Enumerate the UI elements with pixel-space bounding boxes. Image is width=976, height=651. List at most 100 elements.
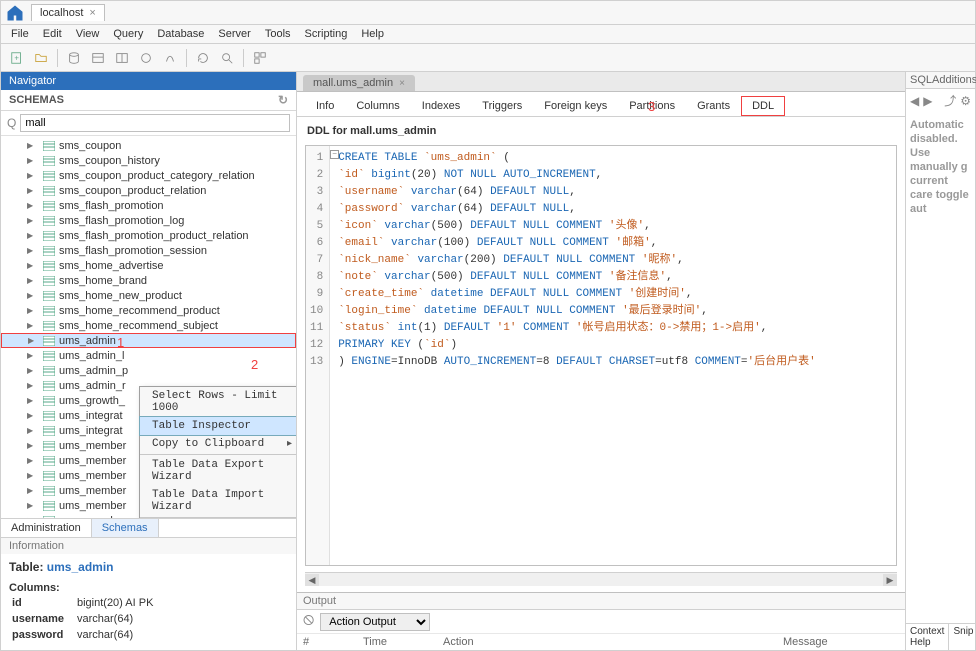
insp-tab-grants[interactable]: Grants — [686, 96, 741, 116]
ddl-code: CREATE TABLE `ums_admin` ( `id` bigint(2… — [330, 146, 824, 565]
search-icon[interactable] — [217, 48, 237, 68]
home-icon[interactable] — [5, 3, 25, 23]
output-type-select[interactable]: Action Output — [320, 613, 430, 631]
table-item[interactable]: sms_flash_promotion_log — [1, 213, 296, 228]
table-name: sms_home_brand — [59, 275, 147, 287]
insp-tab-columns[interactable]: Columns — [345, 96, 410, 116]
table-name: ums_member — [59, 470, 126, 482]
table-name: ums_admin_p — [59, 365, 128, 377]
table-icon — [43, 276, 55, 286]
table-name: ums_member — [59, 500, 126, 512]
table-name: ums_member — [59, 455, 126, 467]
table-item[interactable]: sms_coupon_product_category_relation — [1, 168, 296, 183]
table-name: sms_home_recommend_subject — [59, 320, 218, 332]
nav-tab-schemas[interactable]: Schemas — [92, 519, 159, 537]
menu-help[interactable]: Help — [361, 28, 384, 40]
menu-edit[interactable]: Edit — [43, 28, 62, 40]
table-item[interactable]: sms_coupon_history — [1, 153, 296, 168]
table-name: sms_flash_promotion_session — [59, 245, 207, 257]
ctx-table-data-import-wizard[interactable]: Table Data Import Wizard — [140, 486, 296, 516]
table-item[interactable]: sms_coupon — [1, 138, 296, 153]
table-name: sms_home_recommend_product — [59, 305, 220, 317]
sqa-tab-snip[interactable]: Snip — [949, 624, 976, 650]
annotation-1: 1 — [117, 335, 124, 350]
table-item[interactable]: ums_admin — [1, 333, 296, 348]
table-icon — [43, 246, 55, 256]
menu-scripting[interactable]: Scripting — [305, 28, 348, 40]
insp-tab-ddl[interactable]: DDL — [741, 96, 785, 116]
editor-tab[interactable]: mall.ums_admin × — [303, 75, 415, 91]
scroll-right-icon[interactable]: ▶ — [883, 574, 897, 586]
ctx-table-data-export-wizard[interactable]: Table Data Export Wizard — [140, 456, 296, 486]
output-clear-icon[interactable]: 🛇 — [303, 612, 314, 631]
table-item[interactable]: sms_coupon_product_relation — [1, 183, 296, 198]
new-schema-icon[interactable] — [64, 48, 84, 68]
table-name: ums_member — [59, 485, 126, 497]
close-icon[interactable]: × — [89, 7, 95, 19]
connection-tab-label: localhost — [40, 7, 83, 19]
table-item[interactable]: sms_home_brand — [1, 273, 296, 288]
scroll-left-icon[interactable]: ◀ — [305, 574, 319, 586]
sql-additions-header: SQLAdditions — [906, 72, 975, 89]
new-view-icon[interactable] — [112, 48, 132, 68]
new-routine-icon[interactable] — [136, 48, 156, 68]
table-name: ums_admin_l — [59, 350, 124, 362]
table-icon — [43, 291, 55, 301]
nav-fwd-icon[interactable]: ▶ — [923, 94, 932, 108]
table-icon — [43, 456, 55, 466]
new-table-icon[interactable] — [88, 48, 108, 68]
ctx-copy-to-clipboard[interactable]: Copy to Clipboard — [140, 435, 296, 453]
insp-tab-triggers[interactable]: Triggers — [471, 96, 533, 116]
new-sql-tab-icon[interactable]: + — [7, 48, 27, 68]
insp-tab-info[interactable]: Info — [305, 96, 345, 116]
dashboard-icon[interactable] — [250, 48, 270, 68]
table-item[interactable]: sms_flash_promotion — [1, 198, 296, 213]
jump-icon[interactable]: ⤴ — [944, 92, 956, 109]
table-name: sms_coupon_product_category_relation — [59, 170, 255, 182]
table-icon — [43, 441, 55, 451]
table-item[interactable]: sms_home_advertise — [1, 258, 296, 273]
insp-tab-foreign-keys[interactable]: Foreign keys — [533, 96, 618, 116]
table-item[interactable]: sms_home_recommend_subject — [1, 318, 296, 333]
close-icon[interactable]: × — [399, 78, 405, 89]
table-item[interactable]: sms_home_recommend_product — [1, 303, 296, 318]
table-name: sms_flash_promotion — [59, 200, 164, 212]
gear-icon[interactable]: ⚙ — [960, 94, 971, 108]
nav-back-icon[interactable]: ◀ — [910, 94, 919, 108]
menu-tools[interactable]: Tools — [265, 28, 291, 40]
table-icon — [43, 186, 55, 196]
ctx-table-inspector[interactable]: Table Inspector — [140, 417, 296, 435]
nav-tab-administration[interactable]: Administration — [1, 519, 92, 537]
table-name: ums_growth_ — [59, 395, 125, 407]
insp-tab-indexes[interactable]: Indexes — [411, 96, 472, 116]
info-column-row: usernamevarchar(64) — [11, 612, 163, 626]
table-icon — [43, 471, 55, 481]
editor-tab-label: mall.ums_admin — [313, 77, 393, 89]
table-item[interactable]: sms_flash_promotion_product_relation — [1, 228, 296, 243]
new-function-icon[interactable] — [160, 48, 180, 68]
table-item[interactable]: sms_flash_promotion_session — [1, 243, 296, 258]
menu-query[interactable]: Query — [113, 28, 143, 40]
svg-text:+: + — [14, 53, 19, 62]
fold-icon[interactable]: − — [330, 150, 339, 159]
ctx-select-rows-limit-1000[interactable]: Select Rows - Limit 1000 — [140, 387, 296, 417]
menu-file[interactable]: File — [11, 28, 29, 40]
menu-server[interactable]: Server — [218, 28, 250, 40]
menu-database[interactable]: Database — [157, 28, 204, 40]
out-col-action: Action — [443, 636, 743, 648]
connection-tab[interactable]: localhost × — [31, 4, 105, 21]
table-name: ums_member — [59, 440, 126, 452]
schemas-label: SCHEMAS — [9, 94, 64, 106]
schema-filter-input[interactable] — [20, 114, 290, 132]
horizontal-scrollbar[interactable]: ◀ ▶ — [305, 572, 897, 586]
reconnect-icon[interactable] — [193, 48, 213, 68]
table-item[interactable]: sms_home_new_product — [1, 288, 296, 303]
sqa-tab-context-help[interactable]: Context Help — [906, 624, 949, 650]
open-sql-file-icon[interactable] — [31, 48, 51, 68]
table-icon — [43, 141, 55, 151]
refresh-schemas-icon[interactable]: ↻ — [278, 93, 288, 107]
table-icon — [43, 321, 55, 331]
menu-view[interactable]: View — [76, 28, 100, 40]
table-icon — [43, 411, 55, 421]
out-col-time: Time — [363, 636, 403, 648]
